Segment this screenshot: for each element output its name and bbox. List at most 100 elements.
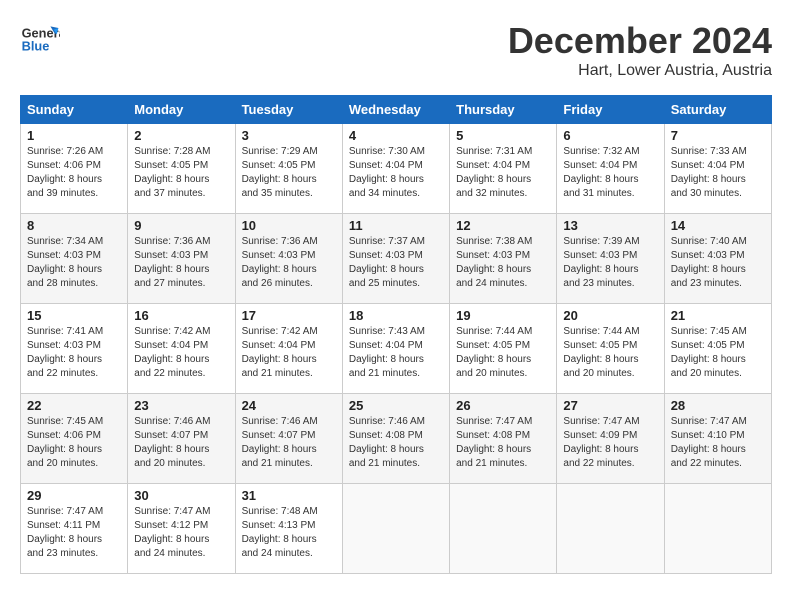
calendar-day-cell <box>664 484 771 574</box>
calendar-day-cell: 11 Sunrise: 7:37 AMSunset: 4:03 PMDaylig… <box>342 214 449 304</box>
weekday-header: Friday <box>557 96 664 124</box>
title-block: December 2024 Hart, Lower Austria, Austr… <box>508 20 772 80</box>
day-info: Sunrise: 7:45 AMSunset: 4:05 PMDaylight:… <box>671 326 747 379</box>
day-number: 8 <box>27 218 121 233</box>
calendar-day-cell: 15 Sunrise: 7:41 AMSunset: 4:03 PMDaylig… <box>21 304 128 394</box>
calendar-day-cell: 25 Sunrise: 7:46 AMSunset: 4:08 PMDaylig… <box>342 394 449 484</box>
day-number: 28 <box>671 398 765 413</box>
calendar-week-row: 29 Sunrise: 7:47 AMSunset: 4:11 PMDaylig… <box>21 484 772 574</box>
logo: General Blue <box>20 20 60 60</box>
calendar-day-cell: 21 Sunrise: 7:45 AMSunset: 4:05 PMDaylig… <box>664 304 771 394</box>
calendar-day-cell: 29 Sunrise: 7:47 AMSunset: 4:11 PMDaylig… <box>21 484 128 574</box>
weekday-header: Monday <box>128 96 235 124</box>
day-info: Sunrise: 7:39 AMSunset: 4:03 PMDaylight:… <box>563 236 639 289</box>
weekday-header: Tuesday <box>235 96 342 124</box>
calendar-day-cell: 2 Sunrise: 7:28 AMSunset: 4:05 PMDayligh… <box>128 124 235 214</box>
calendar-day-cell: 10 Sunrise: 7:36 AMSunset: 4:03 PMDaylig… <box>235 214 342 304</box>
day-number: 3 <box>242 128 336 143</box>
day-number: 5 <box>456 128 550 143</box>
svg-text:Blue: Blue <box>22 38 50 53</box>
day-number: 15 <box>27 308 121 323</box>
calendar-day-cell: 26 Sunrise: 7:47 AMSunset: 4:08 PMDaylig… <box>450 394 557 484</box>
day-number: 4 <box>349 128 443 143</box>
day-info: Sunrise: 7:46 AMSunset: 4:07 PMDaylight:… <box>242 416 318 469</box>
day-info: Sunrise: 7:47 AMSunset: 4:08 PMDaylight:… <box>456 416 532 469</box>
calendar-day-cell: 7 Sunrise: 7:33 AMSunset: 4:04 PMDayligh… <box>664 124 771 214</box>
day-number: 30 <box>134 488 228 503</box>
logo-icon: General Blue <box>20 20 60 60</box>
day-number: 29 <box>27 488 121 503</box>
weekday-header-row: SundayMondayTuesdayWednesdayThursdayFrid… <box>21 96 772 124</box>
calendar-day-cell: 13 Sunrise: 7:39 AMSunset: 4:03 PMDaylig… <box>557 214 664 304</box>
day-info: Sunrise: 7:42 AMSunset: 4:04 PMDaylight:… <box>134 326 210 379</box>
day-number: 22 <box>27 398 121 413</box>
calendar-day-cell: 24 Sunrise: 7:46 AMSunset: 4:07 PMDaylig… <box>235 394 342 484</box>
calendar-day-cell: 18 Sunrise: 7:43 AMSunset: 4:04 PMDaylig… <box>342 304 449 394</box>
day-number: 31 <box>242 488 336 503</box>
day-info: Sunrise: 7:32 AMSunset: 4:04 PMDaylight:… <box>563 146 639 199</box>
calendar-day-cell: 8 Sunrise: 7:34 AMSunset: 4:03 PMDayligh… <box>21 214 128 304</box>
day-info: Sunrise: 7:30 AMSunset: 4:04 PMDaylight:… <box>349 146 425 199</box>
calendar-day-cell: 9 Sunrise: 7:36 AMSunset: 4:03 PMDayligh… <box>128 214 235 304</box>
day-number: 13 <box>563 218 657 233</box>
day-info: Sunrise: 7:43 AMSunset: 4:04 PMDaylight:… <box>349 326 425 379</box>
day-info: Sunrise: 7:46 AMSunset: 4:08 PMDaylight:… <box>349 416 425 469</box>
day-info: Sunrise: 7:44 AMSunset: 4:05 PMDaylight:… <box>456 326 532 379</box>
calendar-day-cell: 19 Sunrise: 7:44 AMSunset: 4:05 PMDaylig… <box>450 304 557 394</box>
page-header: General Blue December 2024 Hart, Lower A… <box>20 20 772 80</box>
day-number: 20 <box>563 308 657 323</box>
weekday-header: Saturday <box>664 96 771 124</box>
day-info: Sunrise: 7:47 AMSunset: 4:09 PMDaylight:… <box>563 416 639 469</box>
weekday-header: Sunday <box>21 96 128 124</box>
day-info: Sunrise: 7:47 AMSunset: 4:11 PMDaylight:… <box>27 506 103 559</box>
day-info: Sunrise: 7:34 AMSunset: 4:03 PMDaylight:… <box>27 236 103 289</box>
day-number: 11 <box>349 218 443 233</box>
calendar-day-cell: 27 Sunrise: 7:47 AMSunset: 4:09 PMDaylig… <box>557 394 664 484</box>
day-number: 21 <box>671 308 765 323</box>
day-number: 9 <box>134 218 228 233</box>
calendar-day-cell: 4 Sunrise: 7:30 AMSunset: 4:04 PMDayligh… <box>342 124 449 214</box>
day-info: Sunrise: 7:46 AMSunset: 4:07 PMDaylight:… <box>134 416 210 469</box>
day-info: Sunrise: 7:41 AMSunset: 4:03 PMDaylight:… <box>27 326 103 379</box>
calendar-day-cell <box>342 484 449 574</box>
day-info: Sunrise: 7:36 AMSunset: 4:03 PMDaylight:… <box>134 236 210 289</box>
day-info: Sunrise: 7:48 AMSunset: 4:13 PMDaylight:… <box>242 506 318 559</box>
calendar-day-cell: 5 Sunrise: 7:31 AMSunset: 4:04 PMDayligh… <box>450 124 557 214</box>
day-number: 16 <box>134 308 228 323</box>
day-number: 18 <box>349 308 443 323</box>
day-info: Sunrise: 7:28 AMSunset: 4:05 PMDaylight:… <box>134 146 210 199</box>
day-number: 25 <box>349 398 443 413</box>
day-number: 27 <box>563 398 657 413</box>
day-info: Sunrise: 7:29 AMSunset: 4:05 PMDaylight:… <box>242 146 318 199</box>
calendar-day-cell: 20 Sunrise: 7:44 AMSunset: 4:05 PMDaylig… <box>557 304 664 394</box>
calendar-day-cell <box>450 484 557 574</box>
calendar-day-cell: 31 Sunrise: 7:48 AMSunset: 4:13 PMDaylig… <box>235 484 342 574</box>
day-number: 24 <box>242 398 336 413</box>
calendar-day-cell: 16 Sunrise: 7:42 AMSunset: 4:04 PMDaylig… <box>128 304 235 394</box>
day-info: Sunrise: 7:38 AMSunset: 4:03 PMDaylight:… <box>456 236 532 289</box>
calendar-day-cell: 6 Sunrise: 7:32 AMSunset: 4:04 PMDayligh… <box>557 124 664 214</box>
calendar-day-cell: 12 Sunrise: 7:38 AMSunset: 4:03 PMDaylig… <box>450 214 557 304</box>
calendar-day-cell: 28 Sunrise: 7:47 AMSunset: 4:10 PMDaylig… <box>664 394 771 484</box>
location-title: Hart, Lower Austria, Austria <box>508 62 772 80</box>
calendar-day-cell: 23 Sunrise: 7:46 AMSunset: 4:07 PMDaylig… <box>128 394 235 484</box>
calendar-week-row: 1 Sunrise: 7:26 AMSunset: 4:06 PMDayligh… <box>21 124 772 214</box>
calendar-week-row: 8 Sunrise: 7:34 AMSunset: 4:03 PMDayligh… <box>21 214 772 304</box>
calendar-day-cell: 30 Sunrise: 7:47 AMSunset: 4:12 PMDaylig… <box>128 484 235 574</box>
calendar-week-row: 15 Sunrise: 7:41 AMSunset: 4:03 PMDaylig… <box>21 304 772 394</box>
day-info: Sunrise: 7:31 AMSunset: 4:04 PMDaylight:… <box>456 146 532 199</box>
day-number: 1 <box>27 128 121 143</box>
day-number: 6 <box>563 128 657 143</box>
day-info: Sunrise: 7:45 AMSunset: 4:06 PMDaylight:… <box>27 416 103 469</box>
day-info: Sunrise: 7:37 AMSunset: 4:03 PMDaylight:… <box>349 236 425 289</box>
day-number: 10 <box>242 218 336 233</box>
day-info: Sunrise: 7:33 AMSunset: 4:04 PMDaylight:… <box>671 146 747 199</box>
day-info: Sunrise: 7:47 AMSunset: 4:10 PMDaylight:… <box>671 416 747 469</box>
day-info: Sunrise: 7:40 AMSunset: 4:03 PMDaylight:… <box>671 236 747 289</box>
day-info: Sunrise: 7:44 AMSunset: 4:05 PMDaylight:… <box>563 326 639 379</box>
calendar-day-cell <box>557 484 664 574</box>
day-info: Sunrise: 7:26 AMSunset: 4:06 PMDaylight:… <box>27 146 103 199</box>
day-info: Sunrise: 7:47 AMSunset: 4:12 PMDaylight:… <box>134 506 210 559</box>
calendar-week-row: 22 Sunrise: 7:45 AMSunset: 4:06 PMDaylig… <box>21 394 772 484</box>
calendar-day-cell: 1 Sunrise: 7:26 AMSunset: 4:06 PMDayligh… <box>21 124 128 214</box>
